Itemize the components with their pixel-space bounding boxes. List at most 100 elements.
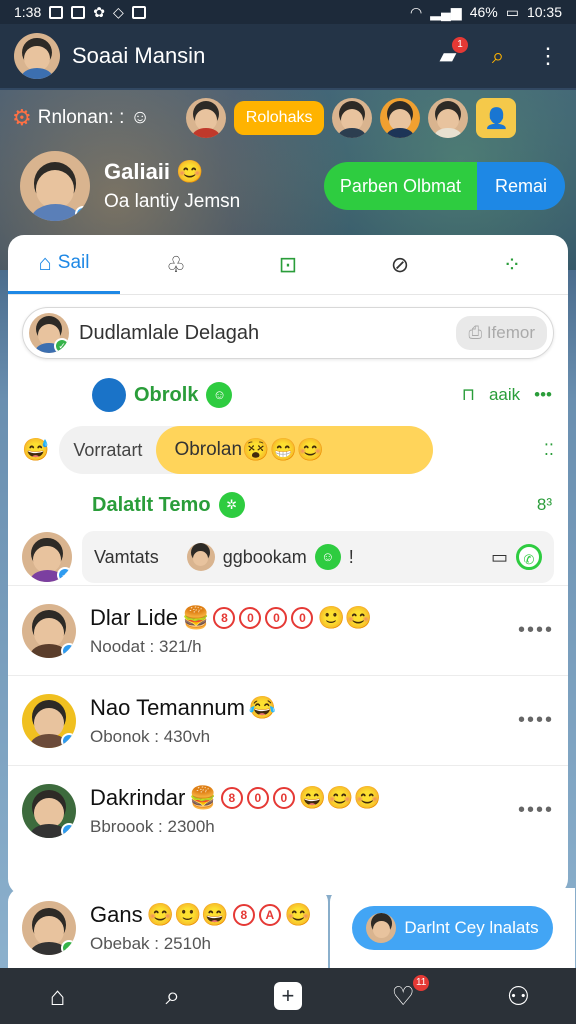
tab-more[interactable]: ⁘ [456,235,568,294]
inline-avatar [186,543,215,571]
user-avatar[interactable] [14,33,60,79]
app-bar: Soaai Mansin ▰ 1 ⌕ ⋮ [0,24,576,88]
shield-icon: ◇ [112,3,124,20]
story-avatar-1[interactable] [185,98,226,138]
gear-icon: ⚙ [12,105,32,130]
chat-name: Dakrindar [90,784,186,810]
bottom-chat-item[interactable]: ✓ Gans 😊🙂😄 8 A 😊 Obebak : 2510h [8,888,328,968]
tab-friends[interactable]: ♧ [120,235,232,294]
notification-badge: 1 [452,37,468,53]
signal-icon: ▂▄▆ [430,3,462,20]
profile-subtitle: Oa lantiy Jemsn [104,191,241,212]
profile-avatar[interactable]: ✓ [20,151,90,221]
bottom-action-button[interactable]: Darlnt Cey lnalats [352,906,553,950]
chat-bubble[interactable]: Vorratart Obrolan 😵😁😊 [59,426,434,474]
filter-icon: ⎙ [468,323,483,342]
more-icon[interactable]: •••• [518,709,554,732]
verified-icon: ✓ [54,338,69,353]
bottom-action-area: Darlnt Cey lnalats [330,888,575,968]
image-icon [71,5,86,19]
chat-subtitle: Noodat : 321/h [90,636,202,656]
nav-search[interactable]: ⌕ [153,980,193,1012]
verified-icon: ✓ [57,567,72,582]
chat-subtitle: Obebak : 2510h [90,934,211,953]
story-avatar-2[interactable] [332,98,373,138]
search-text: Dudlamlale Delagah [79,321,260,344]
section2-title: Dalatlt Temo [92,493,211,516]
verified-icon: ✓ [61,732,76,748]
story-avatar-4[interactable] [428,98,469,138]
more-menu-button[interactable]: ⋮ [534,43,562,69]
search-avatar: ✓ [29,313,69,353]
battery-icon: ▭ [505,3,519,20]
section-link[interactable]: aaik [489,385,520,405]
search-icon: ⌕ [491,43,505,68]
chat-name: Dlar Lide [90,604,179,630]
bubble-left-text: Vorratart [73,439,143,460]
search-bar[interactable]: ✓ Dudlamlale Delagah ⎙ Ifemor [22,307,554,359]
tab-home[interactable]: ⌂ Sail [8,235,120,294]
section-header-dalatlt: Dalatlt Temo ✲ 8³ [8,481,568,529]
person-icon: 👤 [484,107,509,130]
search-filter-button[interactable]: ⎙ Ifemor [456,316,547,350]
bubble-row: 😅 Vorratart Obrolan 😵😁😊 ⁚⁚ [8,419,568,481]
chat-list-item[interactable]: ✓ Dakrindar 🍔 8 0 0 😄😊😊 Bbroook : 2300h •••• [8,765,568,855]
section-title: Obrolk [134,383,199,406]
section2-right: 8³ [536,495,552,514]
emoji-icon: ☺ [206,382,233,408]
profile-card: ✓ Galiaii 😊 Oa lantiy Jemsn Parben Olbma… [20,148,565,224]
chat-list-item[interactable]: ✓ Nao Temannum 😂 Obonok : 430vh •••• [8,675,568,765]
more-icon[interactable]: •••• [518,799,554,822]
story-add-button[interactable]: 👤 [476,98,517,138]
status-time-right: 10:35 [526,4,562,20]
plus-icon: + [273,982,302,1010]
message-avatar[interactable]: ✓ [22,532,72,582]
nav-profile[interactable]: ⚇ [498,981,538,1012]
nav-home[interactable]: ⌂ [38,981,78,1012]
more-icon[interactable]: ••• [534,385,552,405]
home-icon: ⌂ [38,250,52,275]
wifi-icon: ◠ [410,3,423,20]
more-icon[interactable]: •••• [518,619,554,642]
video-icon[interactable]: ▭ [491,547,508,568]
verified-icon: ✓ [61,642,76,658]
verified-icon: ✓ [61,940,76,955]
tab-status[interactable]: ⊘ [344,235,456,294]
secondary-action-button[interactable]: Remai [476,162,565,210]
battery-level: 46% [469,4,498,20]
message-right-text: ggbookam [222,546,307,567]
story-label: ⚙ Rnlonan: : ☺ [12,105,150,131]
bottom-action-label: Darlnt Cey lnalats [404,918,539,937]
nav-activity[interactable]: ♡ 11 [383,974,430,1012]
message-row: ✓ Vamtats ggbookam ☺! ▭ ✆ [8,529,568,585]
pill-avatar [366,913,397,943]
call-icon[interactable]: ✆ [516,544,542,570]
chat-list-item[interactable]: ✓ Dlar Lide 🍔 8 0 0 0 🙂😊 Noodat : 321/h •••• [8,585,568,675]
more-vert-icon: ⋮ [537,43,559,68]
search-button[interactable]: ⌕ [484,43,512,69]
emoji-icon: ☺ [314,544,341,570]
bubble-right-text: Obrolan [174,439,243,460]
chat-notifications-button[interactable]: ▰ 1 [434,37,468,69]
bottom-nav: ⌂ ⌕ + ♡ 11 ⚇ [0,968,576,1024]
chat-subtitle: Bbroook : 2300h [90,816,215,836]
primary-action-button[interactable]: Parben Olbmat [323,162,477,210]
message-bubble[interactable]: Vamtats ggbookam ☺! ▭ ✆ [82,531,554,583]
search-icon: ⌕ [165,980,181,1010]
chat-avatar: ✓ [22,901,76,955]
story-avatar-3[interactable] [380,98,421,138]
heart-icon: ♡ [391,980,415,1011]
verified-icon: ✓ [61,822,76,838]
tab-messages[interactable]: ⊡ [232,235,344,294]
chat-name: Gans [90,902,143,927]
status-time: 1:38 [14,4,42,20]
bag-icon: ⊓ [461,385,475,404]
nav-add[interactable]: + [268,982,308,1010]
verified-icon: ✓ [75,206,90,221]
app-icon: ✿ [93,3,105,20]
notification-icon [49,5,64,19]
chat-name: Nao Temannum [90,694,245,720]
chat-avatar: ✓ [22,693,76,748]
story-pill-button[interactable]: Rolohaks [233,101,325,135]
grip-icon[interactable]: ⁚⁚ [544,440,554,460]
